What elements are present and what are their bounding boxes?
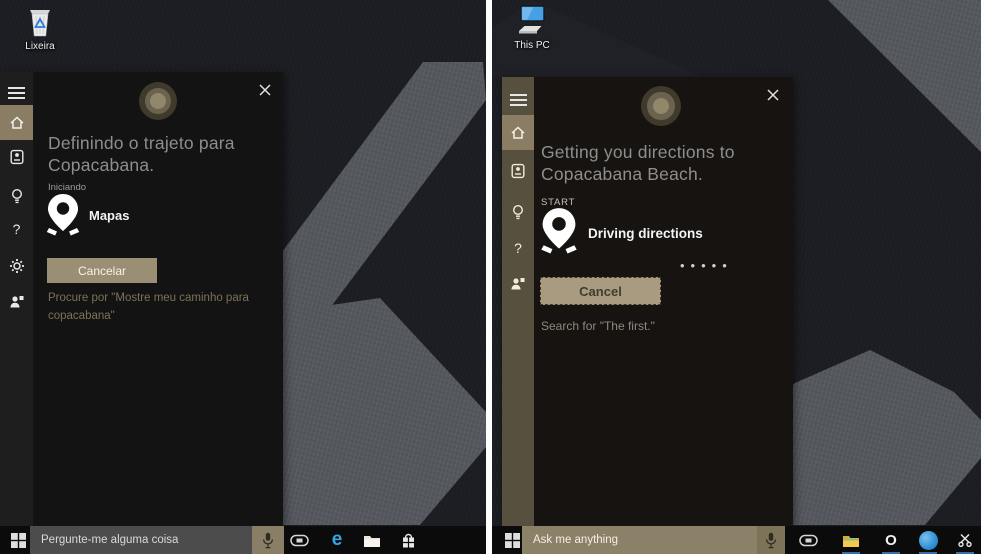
this-pc-icon [519,5,545,34]
search-placeholder: Ask me anything [533,534,619,546]
cortana-sidebar: ? [502,77,534,526]
file-explorer-button[interactable] [837,526,865,554]
scissors-icon [958,533,972,548]
task-view-icon [798,534,818,546]
sidebar-item-help[interactable]: ? [502,235,534,261]
cortana-orb-ring [145,88,171,114]
maps-pin-icon [45,193,81,241]
store-bag-icon [402,533,414,547]
cortana-search-box[interactable]: Ask me anything [522,526,785,554]
feedback-person-icon [511,277,525,289]
cortana-response-title: Definindo o trajeto para Copacabana. [48,132,235,176]
cortana-response-title: Getting you directions to Copacabana Bea… [541,141,735,185]
edge-browser-button[interactable]: e [323,526,351,554]
folder-icon [364,535,380,547]
microphone-button[interactable] [252,526,284,554]
task-view-button[interactable] [794,526,822,554]
cortana-content: Getting you directions to Copacabana Bea… [534,77,793,526]
route-app-name: Mapas [89,208,130,223]
screenshot-portuguese: Lixeira ? Definindo o trajeto para Copac… [0,0,486,554]
cortana-orb-core [652,97,670,115]
search-hint: Search for "The first." [541,319,655,333]
opera-icon: O [885,531,897,549]
edge-icon: e [331,529,343,550]
taskbar: Pergunte-me alguma coisa e [0,526,486,554]
cortana-sidebar: ? [0,72,33,526]
cortana-orb [139,82,177,120]
lightbulb-icon [11,188,22,204]
search-hint: Procure por "Mostre meu caminho para cop… [48,292,249,322]
feedback-person-icon [10,295,23,307]
file-explorer-button[interactable] [358,526,386,554]
home-icon [511,126,525,139]
blue-round-app-button[interactable] [914,526,942,554]
task-view-button[interactable] [285,526,313,554]
cortana-orb [641,86,681,126]
sidebar-item-feedback[interactable] [0,288,33,314]
task-view-icon [289,534,309,546]
cortana-panel: ? [0,72,283,526]
search-placeholder: Pergunte-me alguma coisa [41,534,179,546]
microphone-icon [765,532,777,548]
this-pc-label: This PC [514,40,550,51]
sidebar-item-help[interactable]: ? [0,216,33,242]
windows-logo-icon [504,532,520,548]
sidebar-item-settings[interactable] [0,253,33,279]
hamburger-icon [509,91,527,109]
recycle-bin-icon [30,10,50,37]
hamburger-icon [8,84,25,102]
recycle-bin-label: Lixeira [25,41,55,52]
cortana-orb-ring [647,92,675,120]
title-line-2: Copacabana Beach. [541,164,703,184]
title-line-2: Copacabana. [48,155,155,175]
recycle-bin-desktop-icon[interactable]: Lixeira [12,5,68,52]
cancel-button[interactable]: Cancelar [47,258,157,283]
progress-dots: ••••• [680,258,733,273]
start-button[interactable] [5,526,31,554]
cortana-orb-core [149,92,166,109]
maps-pin-icon [539,207,579,259]
notebook-icon [10,149,24,165]
store-button[interactable] [394,526,422,554]
sidebar-item-notebook[interactable] [0,144,33,170]
menu-button[interactable] [502,87,534,113]
sidebar-item-notebook[interactable] [502,158,534,184]
help-icon: ? [514,240,522,256]
snipping-tool-button[interactable] [951,526,979,554]
folder-icon [843,535,859,547]
windows-logo-icon [10,532,26,548]
comparison-image: Lixeira ? Definindo o trajeto para Copac… [0,0,984,554]
blue-round-app-icon [918,530,938,550]
title-line-1: Getting you directions to [541,142,735,162]
notebook-icon [511,163,525,179]
close-icon [259,84,271,96]
lightbulb-icon [512,204,524,220]
opera-browser-button[interactable]: O [877,526,905,554]
gear-icon [9,259,24,273]
this-pc-desktop-icon[interactable]: This PC [504,5,560,51]
home-icon [9,116,24,129]
close-icon [767,89,779,101]
menu-button[interactable] [0,80,33,106]
microphone-button[interactable] [757,526,785,554]
screenshot-english: This PC ? Getting you directions to Copa… [492,0,981,554]
status-label: Iniciando [48,182,87,193]
cortana-panel: ? [502,77,793,526]
route-app-name: Driving directions [588,226,703,241]
taskbar: Ask me anything O [492,526,981,554]
help-icon: ? [12,221,21,237]
sidebar-item-home[interactable] [502,115,534,150]
title-line-1: Definindo o trajeto para [48,133,235,153]
microphone-icon [262,532,274,548]
sidebar-item-reminders[interactable] [0,183,33,209]
cortana-search-box[interactable]: Pergunte-me alguma coisa [30,526,284,554]
sidebar-item-reminders[interactable] [502,199,534,225]
cortana-content: Definindo o trajeto para Copacabana. Ini… [33,72,283,526]
cancel-button[interactable]: Cancel [540,277,661,305]
close-button[interactable] [257,82,273,98]
sidebar-item-home[interactable] [0,105,33,140]
close-button[interactable] [765,87,781,103]
sidebar-item-feedback[interactable] [502,270,534,296]
